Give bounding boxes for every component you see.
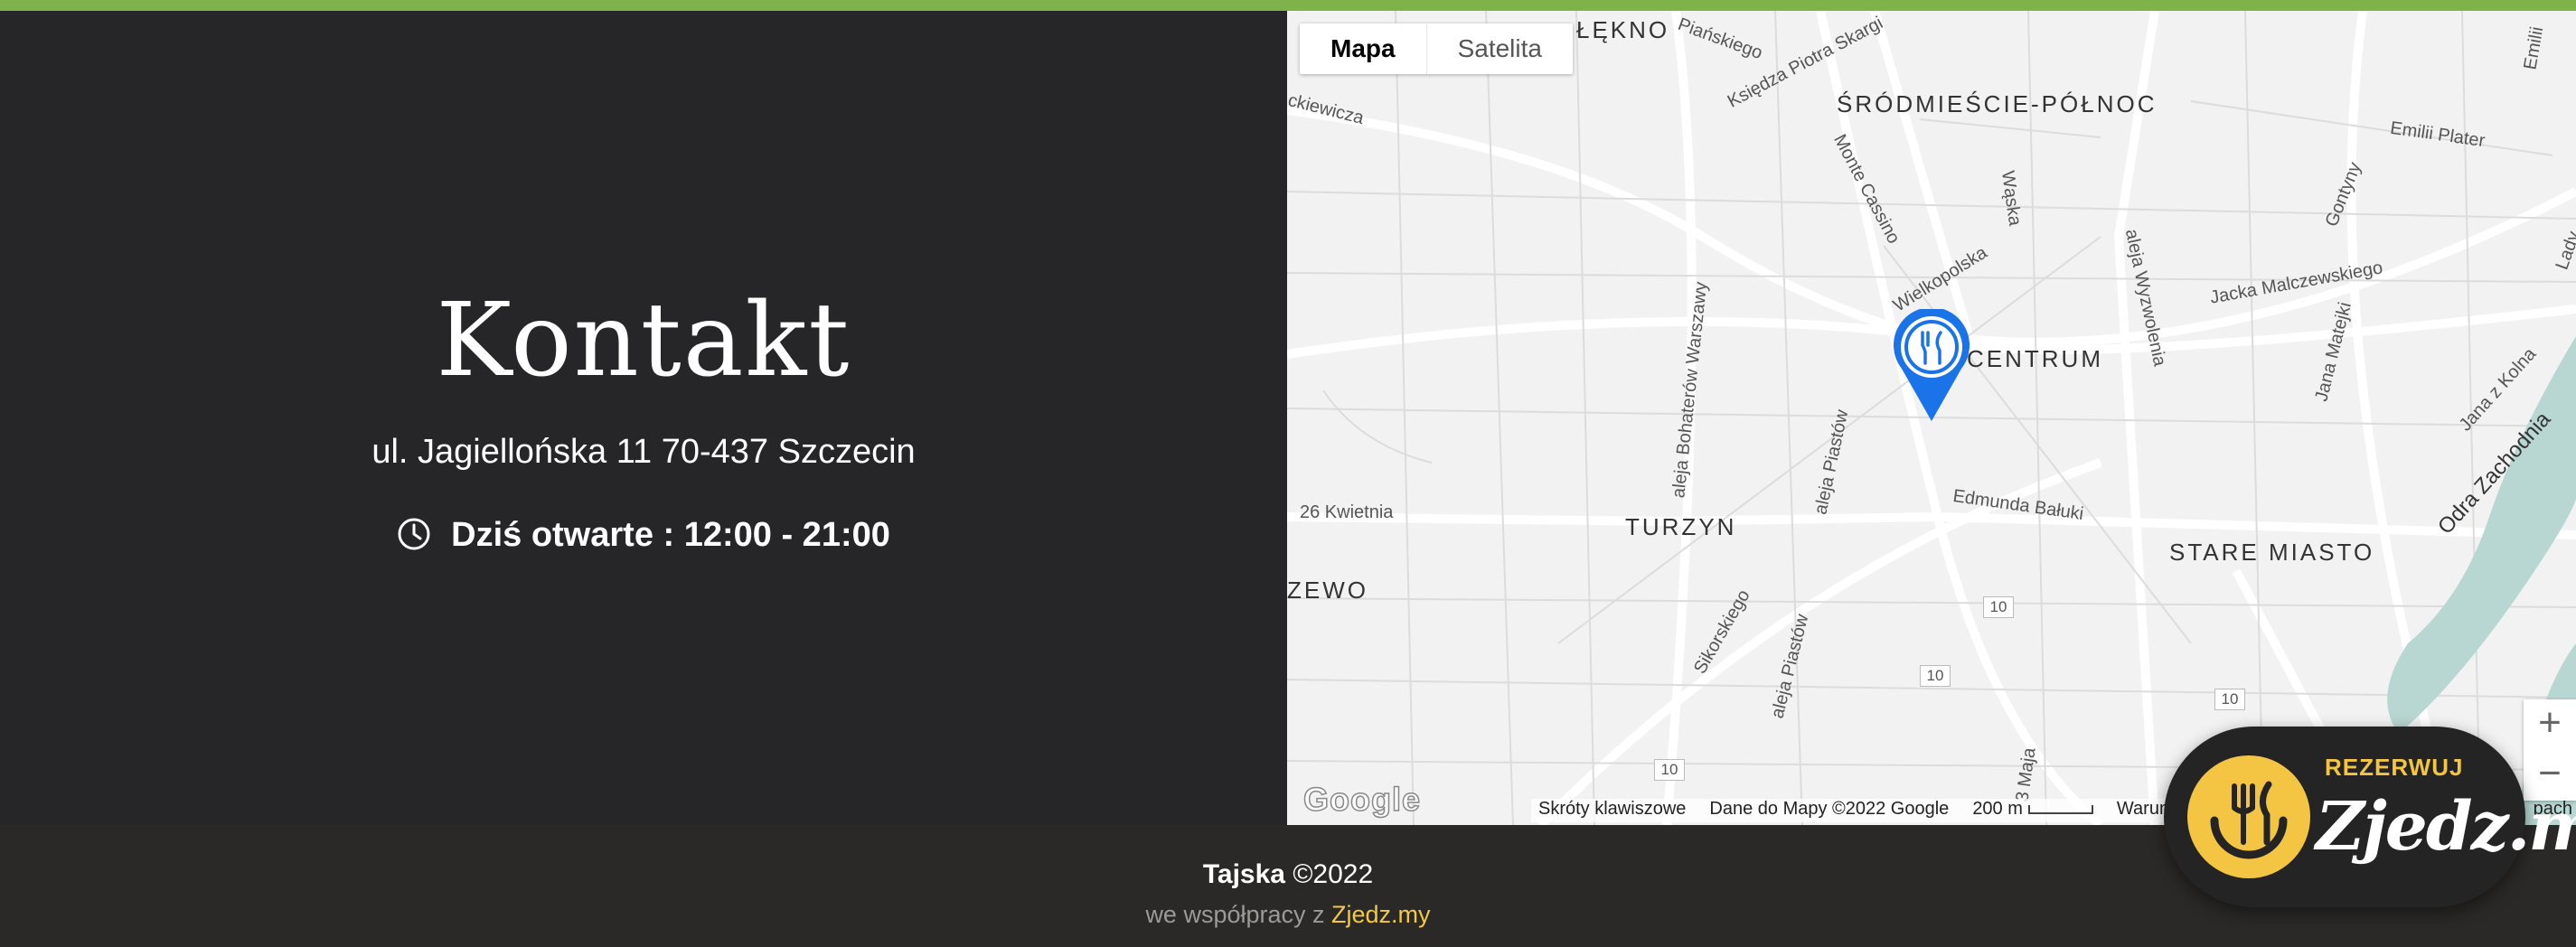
restaurant-location-pin-icon[interactable] (1893, 309, 1970, 423)
google-logo[interactable]: Google (1302, 780, 1421, 819)
district-label: CENTRUM (1967, 345, 2103, 372)
district-label: STARE MIASTO (2169, 539, 2375, 566)
zjedz-link[interactable]: Zjedz.my (1331, 901, 1431, 928)
keyboard-shortcuts-link[interactable]: Skróty klawiszowe (1538, 799, 1686, 822)
address-text: ul. Jagiellońska 11 70-437 Szczecin (371, 433, 916, 471)
restaurant-name: Tajska (1202, 859, 1285, 889)
terms-link[interactable]: Warun (2117, 799, 2169, 822)
route-badge: 10 (1983, 596, 2014, 618)
credit-prefix: we współpracy z (1145, 901, 1332, 928)
reserve-button[interactable]: REZERWUJ Zjedz.my (2164, 727, 2576, 907)
top-accent-bar (0, 0, 2576, 11)
district-label: ZEWO (1287, 577, 1368, 604)
route-badge: 10 (1654, 759, 1685, 781)
map-type-toggle[interactable]: Mapa Satelita (1300, 23, 1573, 74)
opening-hours-text: Dziś otwarte : 12:00 - 21:00 (451, 516, 890, 554)
opening-hours: Dziś otwarte : 12:00 - 21:00 (0, 516, 1287, 560)
contact-title: Kontakt (436, 282, 851, 399)
district-label: ŚRÓDMIEŚCIE-PÓŁNOC (1837, 90, 2158, 117)
scale-bar-icon (2027, 804, 2093, 814)
map-data-credit: Dane do Mapy ©2022 Google (1709, 799, 1950, 819)
district-label: TURZYN (1625, 513, 1737, 540)
zoom-controls: + − (2524, 699, 2576, 801)
copyright-text: ©2022 (1293, 859, 1374, 889)
map-type-satellite[interactable]: Satelita (1427, 23, 1573, 74)
street-label: 26 Kwietnia (1300, 502, 1394, 522)
zjedz-logo-text: Zjedz.my (2316, 788, 2576, 866)
footer-credit: we współpracy z Zjedz.my (0, 901, 2576, 929)
map-embed[interactable]: Mapa Satelita ŁĘKNO ŚRÓDMIEŚCIE-PÓŁNOC C… (1287, 11, 2576, 825)
smiley-cutlery-icon (2187, 755, 2310, 878)
map-scale[interactable]: 200 m (1972, 799, 2093, 822)
map-scale-text: 200 m (1972, 799, 2023, 819)
clock-icon (397, 517, 431, 560)
map-type-map[interactable]: Mapa (1300, 23, 1427, 74)
map-attribution-bar: Skróty klawiszowe Dane do Mapy ©2022 Goo… (1531, 799, 2177, 822)
reserve-label: REZERWUJ (2325, 754, 2464, 781)
zoom-in-button[interactable]: + (2524, 699, 2576, 750)
route-badge: 10 (2214, 689, 2245, 710)
route-badge: 10 (1920, 665, 1951, 687)
district-label: ŁĘKNO (1576, 16, 1670, 43)
contact-section: Kontakt ul. Jagiellońska 11 70-437 Szcze… (0, 11, 1287, 825)
